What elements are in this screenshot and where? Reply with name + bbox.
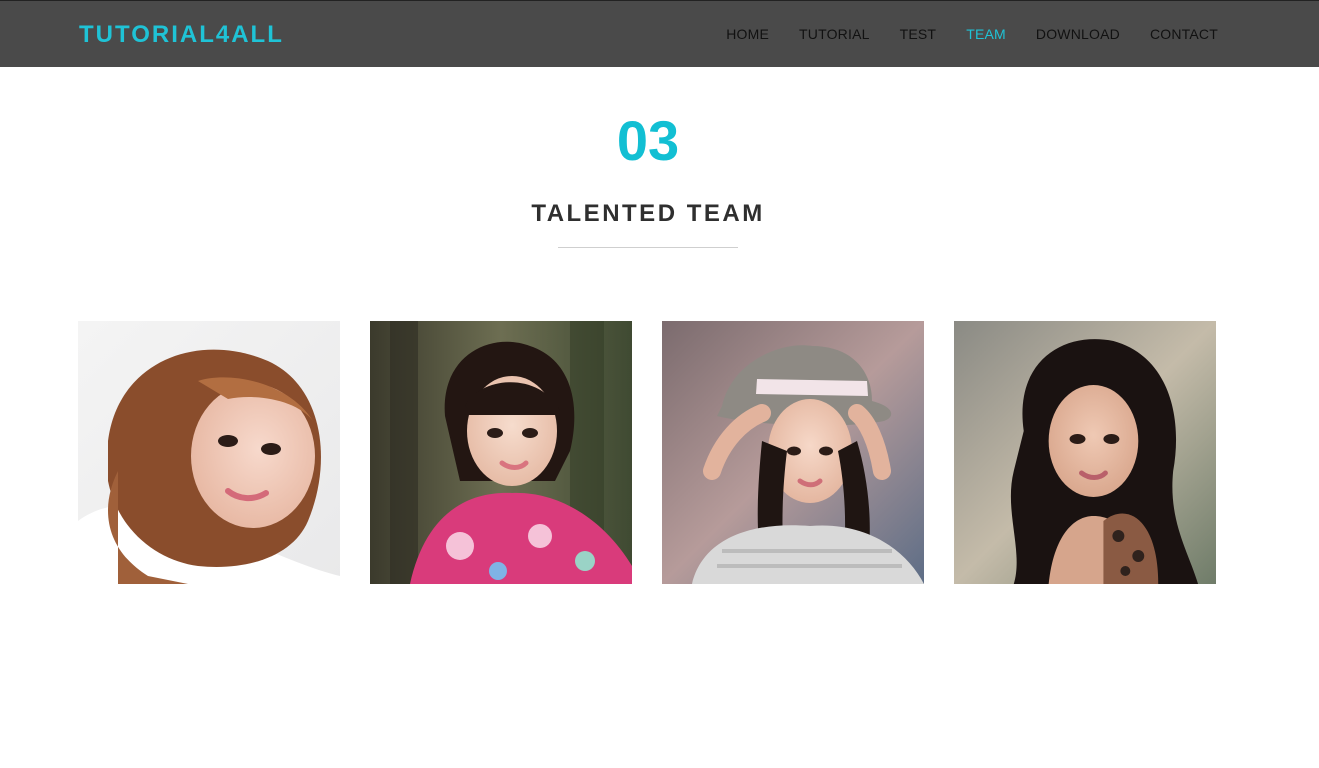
team-member-card[interactable] xyxy=(78,321,340,584)
brand-logo[interactable]: TUTORIAL4ALL xyxy=(79,22,284,48)
team-member-photo-3 xyxy=(662,321,924,584)
nav-link-download[interactable]: DOWNLOAD xyxy=(1036,26,1120,42)
nav-link-contact[interactable]: CONTACT xyxy=(1150,26,1218,42)
main-nav: HOME TUTORIAL TEST TEAM DOWNLOAD CONTACT xyxy=(696,1,1218,68)
team-member-photo-4 xyxy=(954,321,1216,584)
nav-link-test[interactable]: TEST xyxy=(900,26,937,42)
nav-link-home[interactable]: HOME xyxy=(726,26,769,42)
section-title: TALENTED TEAM xyxy=(531,200,765,227)
team-member-card[interactable] xyxy=(954,321,1216,584)
nav-item-team: TEAM xyxy=(966,26,1006,44)
team-member-photo-2 xyxy=(370,321,632,584)
team-member-card[interactable] xyxy=(662,321,924,584)
nav-item-contact: CONTACT xyxy=(1150,26,1218,44)
team-grid xyxy=(78,321,1218,584)
nav-link-tutorial[interactable]: TUTORIAL xyxy=(799,26,870,42)
nav-item-test: TEST xyxy=(900,26,937,44)
team-member-card[interactable] xyxy=(370,321,632,584)
nav-link-team[interactable]: TEAM xyxy=(966,26,1006,42)
top-navbar: TUTORIAL4ALL HOME TUTORIAL TEST TEAM DOW… xyxy=(0,0,1319,67)
nav-item-tutorial: TUTORIAL xyxy=(799,26,870,44)
nav-item-download: DOWNLOAD xyxy=(1036,26,1120,44)
team-member-photo-1 xyxy=(78,321,340,584)
title-divider xyxy=(558,247,738,248)
nav-item-home: HOME xyxy=(726,26,769,44)
section-number: 03 xyxy=(616,109,680,172)
